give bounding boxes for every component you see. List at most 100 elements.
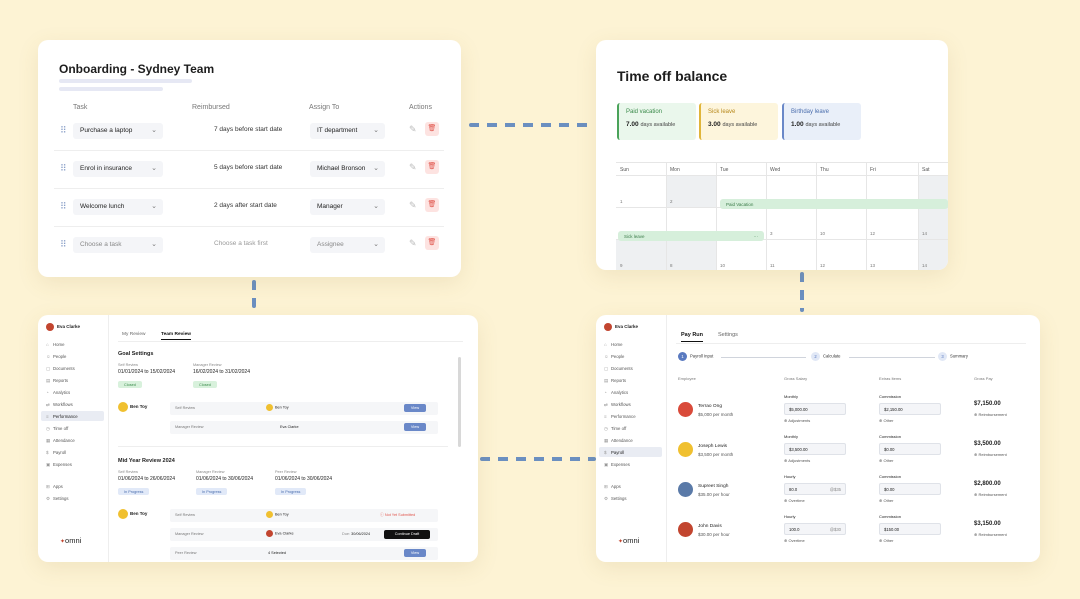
nav-people[interactable]: ☺ People bbox=[41, 351, 104, 361]
balance-sick-leave[interactable]: Sick leave 3.00 days available bbox=[699, 103, 778, 140]
nav-settings[interactable]: ⚙ Settings bbox=[599, 493, 662, 503]
nav-settings[interactable]: ⚙ Settings bbox=[41, 493, 104, 503]
edit-icon[interactable]: ✎ bbox=[409, 200, 417, 211]
performance-card: Eva Clarke ⌂ Home ☺ People ▢ Documents ▤ Rep… bbox=[38, 315, 478, 562]
drag-handle-icon[interactable]: ⠿ bbox=[60, 201, 67, 212]
nav-apps[interactable]: ⊞ Apps bbox=[41, 481, 104, 491]
nav-home[interactable]: ⌂ Home bbox=[41, 339, 104, 349]
view-button[interactable]: View bbox=[404, 549, 426, 557]
other-link[interactable]: ⊕ Other bbox=[879, 498, 894, 503]
step-summary[interactable]: 3 Summary bbox=[938, 352, 968, 361]
assignee-select[interactable]: IT department ⌄ bbox=[310, 123, 385, 139]
analytics-icon: ◔ bbox=[604, 390, 607, 395]
reimbursement-link[interactable]: ⊕ Reimbursement bbox=[974, 532, 1007, 537]
assignee-select[interactable]: Assignee ⌄ bbox=[310, 237, 385, 253]
extra-input[interactable]: $150.00 bbox=[879, 523, 941, 535]
nav-expenses[interactable]: ▣ Expenses bbox=[41, 459, 104, 469]
reimbursement-link[interactable]: ⊕ Reimbursement bbox=[974, 492, 1007, 497]
nav-performance[interactable]: ≡ Performance bbox=[41, 411, 104, 421]
performance-icon: ≡ bbox=[46, 414, 49, 419]
employee-rate: $35.00 per hour bbox=[698, 492, 730, 497]
nav-attendance[interactable]: ▦ Attendance bbox=[41, 435, 104, 445]
continue-draft-button[interactable]: Continue Draft bbox=[384, 530, 430, 539]
calendar-shade bbox=[666, 175, 716, 207]
delete-icon[interactable]: 🗑 bbox=[425, 160, 439, 174]
reimbursement-link[interactable]: ⊕ Reimbursement bbox=[974, 452, 1007, 457]
drag-handle-icon[interactable]: ⠿ bbox=[60, 163, 67, 174]
event-sick-leave[interactable]: Sick leave ··· bbox=[618, 231, 764, 241]
nav-payroll[interactable]: $ Payroll bbox=[599, 447, 662, 457]
chevron-down-icon: ⌄ bbox=[151, 203, 157, 210]
assignee-select[interactable]: Michael Bronson ⌄ bbox=[310, 161, 385, 177]
drag-handle-icon[interactable]: ⠿ bbox=[60, 125, 67, 136]
extra-input[interactable]: $0.00 bbox=[879, 483, 941, 495]
nav-workflows[interactable]: ⇄ Workflows bbox=[599, 399, 662, 409]
extra-input[interactable]: $0.00 bbox=[879, 443, 941, 455]
salary-input[interactable]: $3,500.00 bbox=[784, 443, 846, 455]
nav-timeoff[interactable]: ◷ Time off bbox=[41, 423, 104, 433]
day-number: 14 bbox=[922, 231, 928, 236]
user-profile[interactable]: Eva Clarke bbox=[46, 323, 80, 331]
step-calculate[interactable]: 2 Calculate bbox=[811, 352, 840, 361]
delete-icon[interactable]: 🗑 bbox=[425, 122, 439, 136]
nav-home[interactable]: ⌂ Home bbox=[599, 339, 662, 349]
view-button[interactable]: View bbox=[404, 423, 426, 431]
view-button[interactable]: View bbox=[404, 404, 426, 412]
nav-attendance[interactable]: ▦ Attendance bbox=[599, 435, 662, 445]
nav-performance[interactable]: ≡ Performance bbox=[599, 411, 662, 421]
nav-analytics[interactable]: ◔ Analytics bbox=[599, 387, 662, 397]
nav-people[interactable]: ☺ People bbox=[599, 351, 662, 361]
nav-timeoff[interactable]: ◷ Time off bbox=[599, 423, 662, 433]
tab-divider bbox=[676, 343, 1026, 344]
nav-reports[interactable]: ▤ Reports bbox=[41, 375, 104, 385]
user-profile[interactable]: Eva Clarke bbox=[604, 323, 638, 331]
edit-icon[interactable]: ✎ bbox=[409, 162, 417, 173]
task-select[interactable]: Purchase a laptop ⌄ bbox=[73, 123, 163, 139]
other-link[interactable]: ⊕ Other bbox=[879, 538, 894, 543]
task-select[interactable]: Choose a task ⌄ bbox=[73, 237, 163, 253]
salary-type: Hourly bbox=[784, 514, 796, 519]
task-value: Enrol in insurance bbox=[80, 165, 133, 172]
avatar bbox=[118, 509, 128, 519]
task-select[interactable]: Enrol in insurance ⌄ bbox=[73, 161, 163, 177]
nav-payroll[interactable]: $ Payroll bbox=[41, 447, 104, 457]
salary-input[interactable]: $5,000.00 bbox=[784, 403, 846, 415]
edit-icon[interactable]: ✎ bbox=[409, 238, 417, 249]
col-task: Task bbox=[73, 104, 88, 111]
reimbursement-link[interactable]: ⊕ Reimbursement bbox=[974, 412, 1007, 417]
hours-input[interactable]: 100.0 @$30 bbox=[784, 523, 846, 535]
nav-expenses[interactable]: ▣ Expenses bbox=[599, 459, 662, 469]
hours-input[interactable]: 80.0 @$35 bbox=[784, 483, 846, 495]
adjustments-link[interactable]: ⊕ Adjustments bbox=[784, 458, 810, 463]
balance-paid-vacation[interactable]: Paid vacation 7.00 days available bbox=[617, 103, 696, 140]
tab-settings[interactable]: Settings bbox=[718, 332, 738, 338]
delete-icon[interactable]: 🗑 bbox=[425, 236, 439, 250]
assignee-select[interactable]: Manager ⌄ bbox=[310, 199, 385, 215]
task-select[interactable]: Welcome lunch ⌄ bbox=[73, 199, 163, 215]
step-payroll-input[interactable]: 1 Payroll Input bbox=[678, 352, 713, 361]
overtime-link[interactable]: ⊕ Overtime bbox=[784, 498, 805, 503]
edit-icon[interactable]: ✎ bbox=[409, 124, 417, 135]
nav-reports[interactable]: ▤ Reports bbox=[599, 375, 662, 385]
overtime-link[interactable]: ⊕ Overtime bbox=[784, 538, 805, 543]
adjustments-link[interactable]: ⊕ Adjustments bbox=[784, 418, 810, 423]
nav-apps[interactable]: ⊞ Apps bbox=[599, 481, 662, 491]
tab-team-review[interactable]: Team Review bbox=[161, 332, 192, 340]
balance-birthday-leave[interactable]: Birthday leave 1.00 days available bbox=[782, 103, 861, 140]
day-header: Wed bbox=[770, 167, 781, 173]
extra-input[interactable]: $2,150.00 bbox=[879, 403, 941, 415]
gross-pay: $7,150.00 bbox=[974, 401, 1001, 407]
other-link[interactable]: ⊕ Other bbox=[879, 458, 894, 463]
nav-analytics[interactable]: ◔ Analytics bbox=[41, 387, 104, 397]
delete-icon[interactable]: 🗑 bbox=[425, 198, 439, 212]
drag-handle-icon[interactable]: ⠿ bbox=[60, 239, 67, 250]
scrollbar[interactable] bbox=[458, 357, 461, 447]
review-label: Manager Review bbox=[196, 470, 225, 474]
other-link[interactable]: ⊕ Other bbox=[879, 418, 894, 423]
tab-my-review[interactable]: My Review bbox=[122, 332, 145, 337]
event-paid-vacation[interactable]: Paid Vacation bbox=[720, 199, 948, 209]
tab-pay-run[interactable]: Pay Run bbox=[681, 332, 704, 342]
nav-workflows[interactable]: ⇄ Workflows bbox=[41, 399, 104, 409]
nav-documents[interactable]: ▢ Documents bbox=[599, 363, 662, 373]
nav-documents[interactable]: ▢ Documents bbox=[41, 363, 104, 373]
